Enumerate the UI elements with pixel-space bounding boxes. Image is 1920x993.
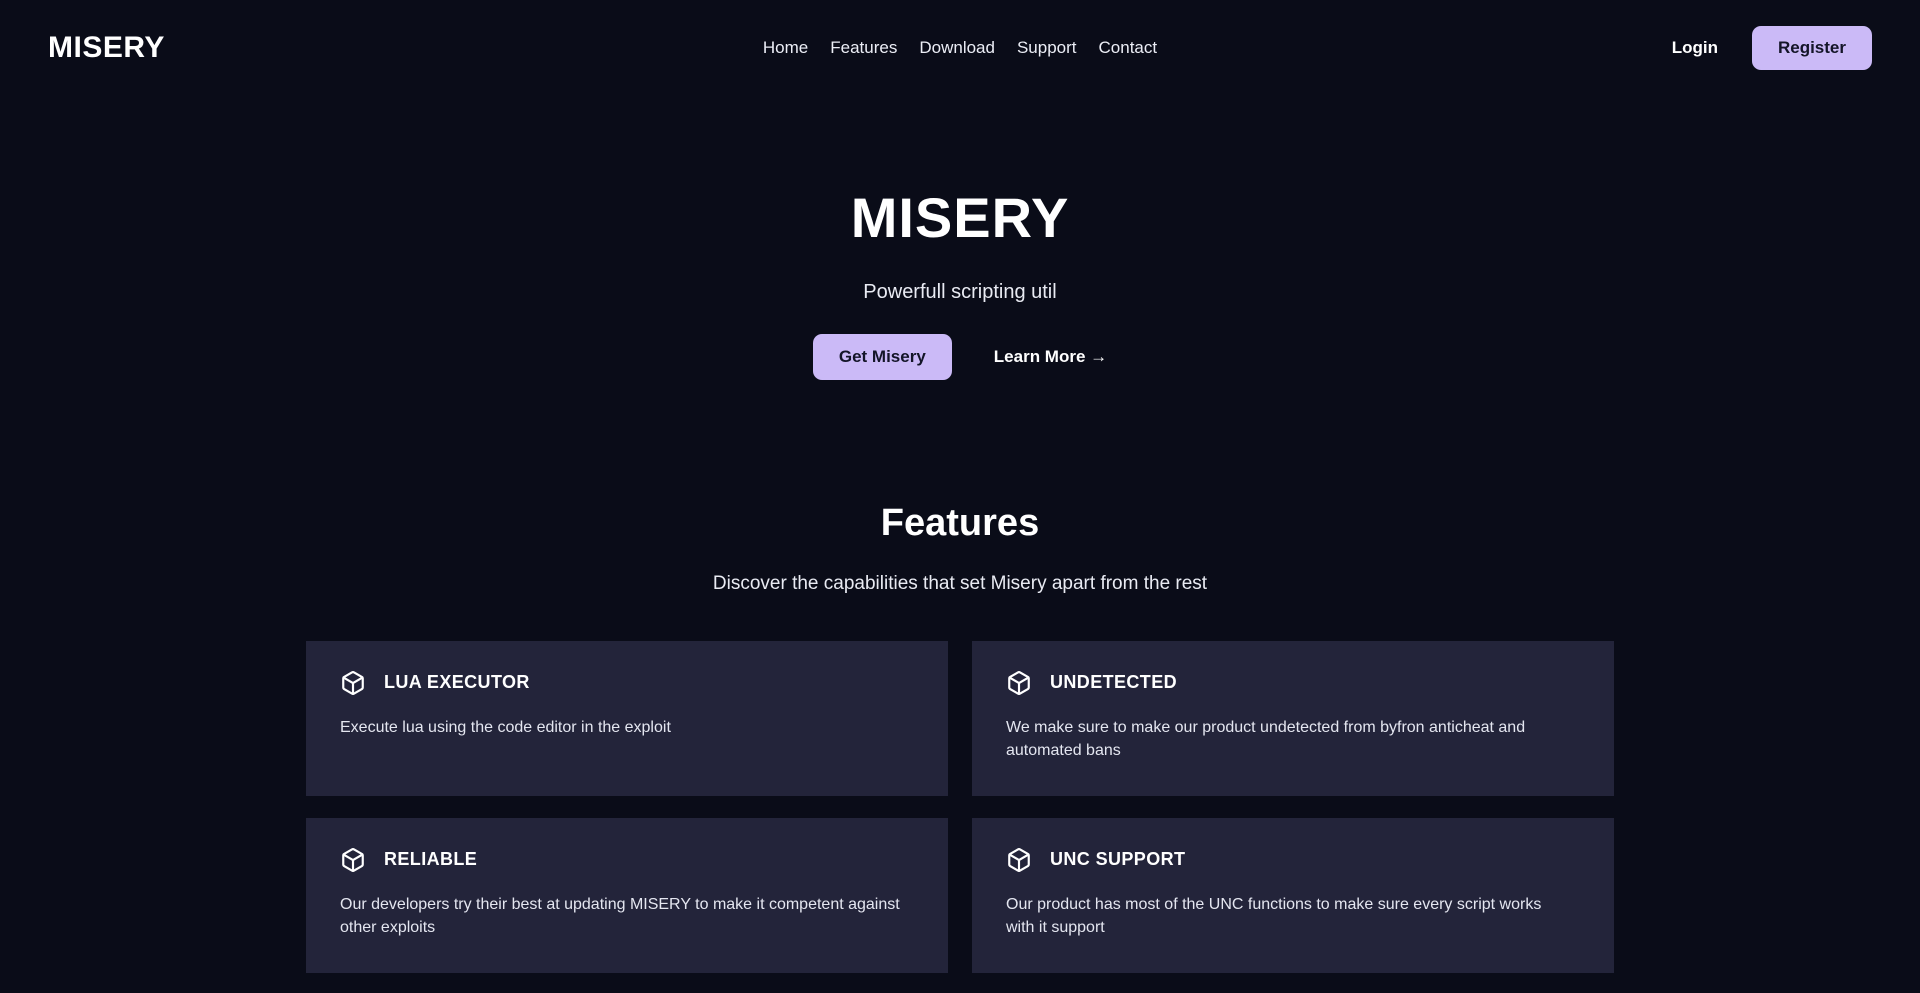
- feature-header: LUA EXECUTOR: [340, 670, 914, 696]
- feature-header: RELIABLE: [340, 847, 914, 873]
- feature-title: UNDETECTED: [1050, 672, 1178, 693]
- box-icon: [1006, 670, 1032, 696]
- feature-description: Our developers try their best at updatin…: [340, 895, 900, 937]
- feature-card-reliable[interactable]: RELIABLE Our developers try their best a…: [306, 817, 948, 974]
- nav-item-home[interactable]: Home: [763, 38, 808, 58]
- features-grid: LUA EXECUTOR Execute lua using the code …: [306, 640, 1614, 974]
- box-icon: [340, 670, 366, 696]
- nav-item-download[interactable]: Download: [919, 38, 995, 58]
- learn-more-link[interactable]: Learn More →: [994, 347, 1107, 367]
- features-section: Features Discover the capabilities that …: [0, 502, 1920, 974]
- get-misery-button[interactable]: Get Misery: [812, 333, 952, 380]
- feature-description: Our product has most of the UNC function…: [1006, 895, 1542, 937]
- nav-item-support[interactable]: Support: [1017, 38, 1077, 58]
- hero-actions: Get Misery Learn More →: [0, 333, 1920, 380]
- box-icon: [1006, 847, 1032, 873]
- hero-subtitle: Powerfull scripting util: [863, 280, 1057, 303]
- feature-description: We make sure to make our product undetec…: [1006, 718, 1526, 759]
- header-actions: Login Register: [1672, 25, 1872, 70]
- feature-header: UNDETECTED: [1006, 670, 1580, 696]
- feature-header: UNC SUPPORT: [1006, 847, 1580, 873]
- main-nav: Home Features Download Support Contact: [763, 38, 1157, 58]
- site-header: MISERY Home Features Download Support Co…: [0, 0, 1920, 95]
- register-button[interactable]: Register: [1751, 25, 1872, 70]
- box-icon: [340, 847, 366, 873]
- features-title: Features: [880, 501, 1040, 544]
- login-link[interactable]: Login: [1672, 38, 1718, 58]
- feature-card-undetected[interactable]: UNDETECTED We make sure to make our prod…: [972, 640, 1614, 796]
- feature-title: LUA EXECUTOR: [384, 672, 530, 693]
- nav-item-features[interactable]: Features: [830, 38, 897, 58]
- features-subtitle: Discover the capabilities that set Miser…: [712, 572, 1208, 594]
- nav-item-contact[interactable]: Contact: [1099, 38, 1158, 58]
- feature-title: RELIABLE: [384, 849, 478, 870]
- brand-logo[interactable]: MISERY: [48, 31, 165, 65]
- feature-title: UNC SUPPORT: [1050, 849, 1186, 870]
- hero-section: MISERY Powerfull scripting util Get Mise…: [0, 95, 1920, 380]
- feature-card-lua-executor[interactable]: LUA EXECUTOR Execute lua using the code …: [306, 640, 948, 796]
- feature-description: Execute lua using the code editor in the…: [340, 718, 671, 736]
- hero-title: MISERY: [850, 186, 1070, 249]
- feature-card-unc-support[interactable]: UNC SUPPORT Our product has most of the …: [972, 817, 1614, 974]
